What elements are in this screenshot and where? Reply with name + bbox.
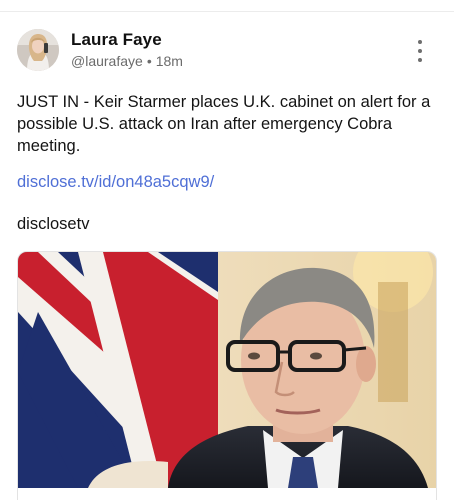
post-source-text: disclosetv: [17, 215, 90, 233]
news-photo: [18, 252, 436, 488]
more-options-button[interactable]: [413, 37, 427, 65]
more-vertical-icon: [418, 49, 422, 53]
post-meta: @laurafaye • 18m: [71, 53, 183, 69]
post-body-text: JUST IN - Keir Starmer places U.K. cabin…: [17, 93, 431, 155]
top-divider: [0, 0, 454, 12]
more-vertical-icon: [418, 40, 422, 44]
post-header: Laura Faye @laurafaye • 18m: [17, 29, 437, 73]
meta-separator: •: [146, 53, 152, 69]
post-timestamp[interactable]: 18m: [156, 53, 183, 69]
author-name[interactable]: Laura Faye: [71, 30, 162, 50]
post-link[interactable]: disclose.tv/id/on48a5cqw9/: [17, 173, 214, 192]
author-avatar[interactable]: [17, 29, 59, 71]
media-card[interactable]: [17, 251, 437, 500]
author-handle[interactable]: @laurafaye: [71, 53, 143, 69]
avatar-image: [17, 29, 59, 71]
more-vertical-icon: [418, 58, 422, 62]
